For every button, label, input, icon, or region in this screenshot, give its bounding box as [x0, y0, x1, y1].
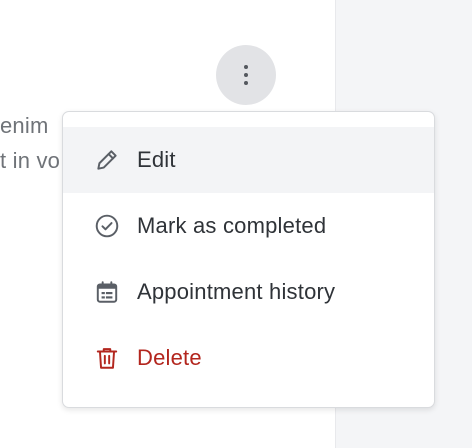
menu-item-label: Delete [137, 345, 202, 370]
more-options-button[interactable] [216, 45, 276, 105]
menu-item-label: Appointment history [137, 279, 336, 304]
menu-item-label: Edit [137, 147, 176, 172]
description-text-line-1: enim [0, 113, 49, 138]
more-vertical-icon-dot [244, 81, 248, 85]
menu-item-delete[interactable]: Delete [63, 325, 434, 391]
menu-item-appointment-history[interactable]: Appointment history [63, 259, 434, 325]
more-vertical-icon [244, 65, 248, 69]
description-text-line-2: t in vo [0, 148, 61, 173]
check-circle-icon [93, 212, 121, 240]
menu-item-edit[interactable]: Edit [63, 127, 434, 193]
menu-item-label: Mark as completed [137, 213, 327, 238]
more-vertical-icon-dot [244, 73, 248, 77]
menu-item-mark-completed[interactable]: Mark as completed [63, 193, 434, 259]
options-menu: Edit Mark as completed Appointment histo… [62, 111, 435, 408]
pencil-icon [93, 146, 121, 174]
calendar-icon [93, 278, 121, 306]
trash-icon [93, 344, 121, 372]
